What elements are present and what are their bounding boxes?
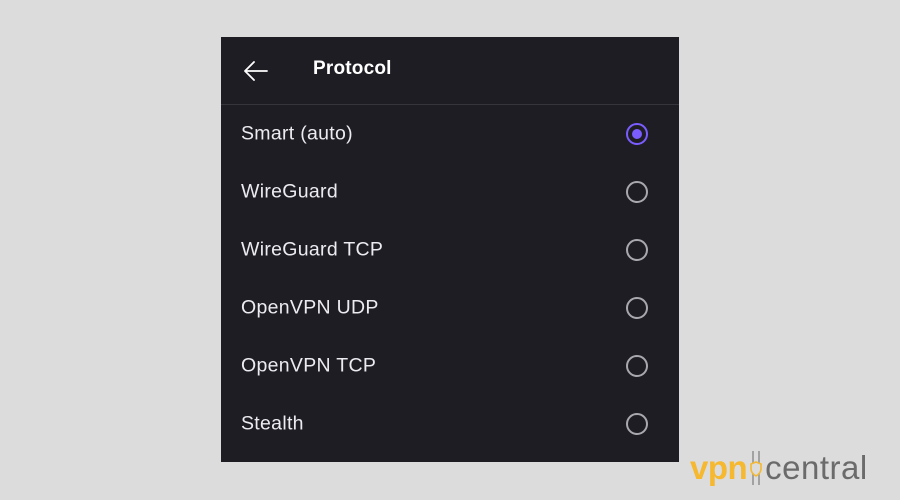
page-title: Protocol: [313, 58, 392, 79]
option-label: Smart (auto): [241, 122, 353, 145]
protocol-option-smart-auto[interactable]: Smart (auto): [221, 105, 679, 163]
option-label: OpenVPN UDP: [241, 296, 379, 319]
radio-button[interactable]: [626, 413, 648, 435]
radio-button[interactable]: [626, 355, 648, 377]
logo-text-central: central: [765, 449, 868, 486]
logo-text-vpn: vpn: [690, 449, 748, 486]
option-label: WireGuard: [241, 180, 338, 203]
radio-button[interactable]: [626, 239, 648, 261]
protocol-panel: Protocol Smart (auto) WireGuard WireGuar…: [221, 37, 679, 462]
protocol-option-wireguard-tcp[interactable]: WireGuard TCP: [221, 221, 679, 279]
radio-button-selected[interactable]: [626, 123, 648, 145]
protocol-option-wireguard[interactable]: WireGuard: [221, 163, 679, 221]
vpncentral-watermark: vpn central: [690, 448, 868, 488]
header: Protocol: [221, 37, 679, 105]
protocol-list: Smart (auto) WireGuard WireGuard TCP Ope…: [221, 105, 679, 453]
radio-button[interactable]: [626, 297, 648, 319]
shield-icon: [750, 451, 762, 485]
option-label: WireGuard TCP: [241, 238, 384, 261]
radio-button[interactable]: [626, 181, 648, 203]
option-label: OpenVPN TCP: [241, 354, 377, 377]
arrow-left-icon: [244, 61, 268, 81]
protocol-option-stealth[interactable]: Stealth: [221, 395, 679, 453]
protocol-option-openvpn-tcp[interactable]: OpenVPN TCP: [221, 337, 679, 395]
option-label: Stealth: [241, 412, 304, 435]
back-button[interactable]: [241, 56, 271, 86]
protocol-option-openvpn-udp[interactable]: OpenVPN UDP: [221, 279, 679, 337]
